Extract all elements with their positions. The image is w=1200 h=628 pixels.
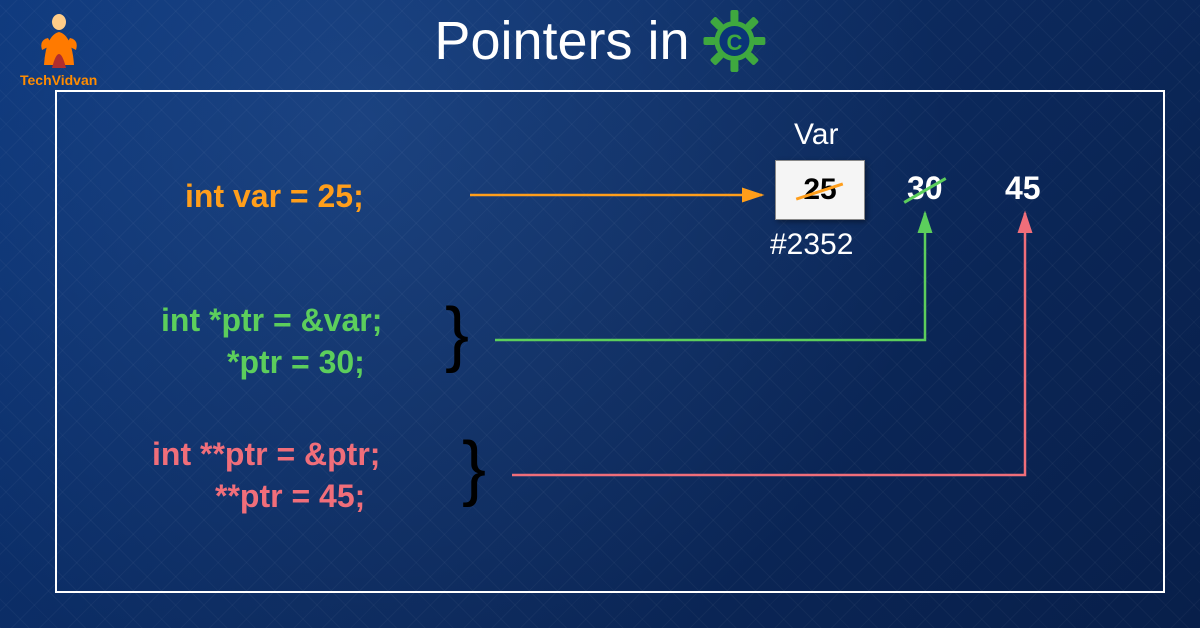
code-pptr-assign: **ptr = 45; xyxy=(215,478,365,515)
title-text: Pointers in xyxy=(434,10,689,72)
code-ptr-assign: *ptr = 30; xyxy=(227,344,365,381)
value-45: 45 xyxy=(1005,170,1041,207)
var-box-value: 25 xyxy=(803,173,836,207)
value-30: 30 xyxy=(907,170,943,207)
c-gear-icon: C xyxy=(704,10,766,72)
var-memory-box: 25 xyxy=(775,160,865,220)
content-frame xyxy=(55,90,1165,593)
code-declare-var: int var = 25; xyxy=(185,178,364,215)
code-ptr-decl: int *ptr = &var; xyxy=(161,302,382,339)
var-address: #2352 xyxy=(770,228,853,262)
var-label: Var xyxy=(794,118,838,152)
code-pptr-decl: int **ptr = &ptr; xyxy=(152,436,380,473)
brace-salmon-icon: } xyxy=(462,432,486,504)
brace-green-icon: } xyxy=(445,298,469,370)
guru-icon xyxy=(34,10,84,70)
page-title: Pointers in C xyxy=(434,10,765,72)
svg-text:C: C xyxy=(727,30,743,55)
brand-logo: TechVidvan xyxy=(20,10,97,88)
brand-name: TechVidvan xyxy=(20,72,97,88)
